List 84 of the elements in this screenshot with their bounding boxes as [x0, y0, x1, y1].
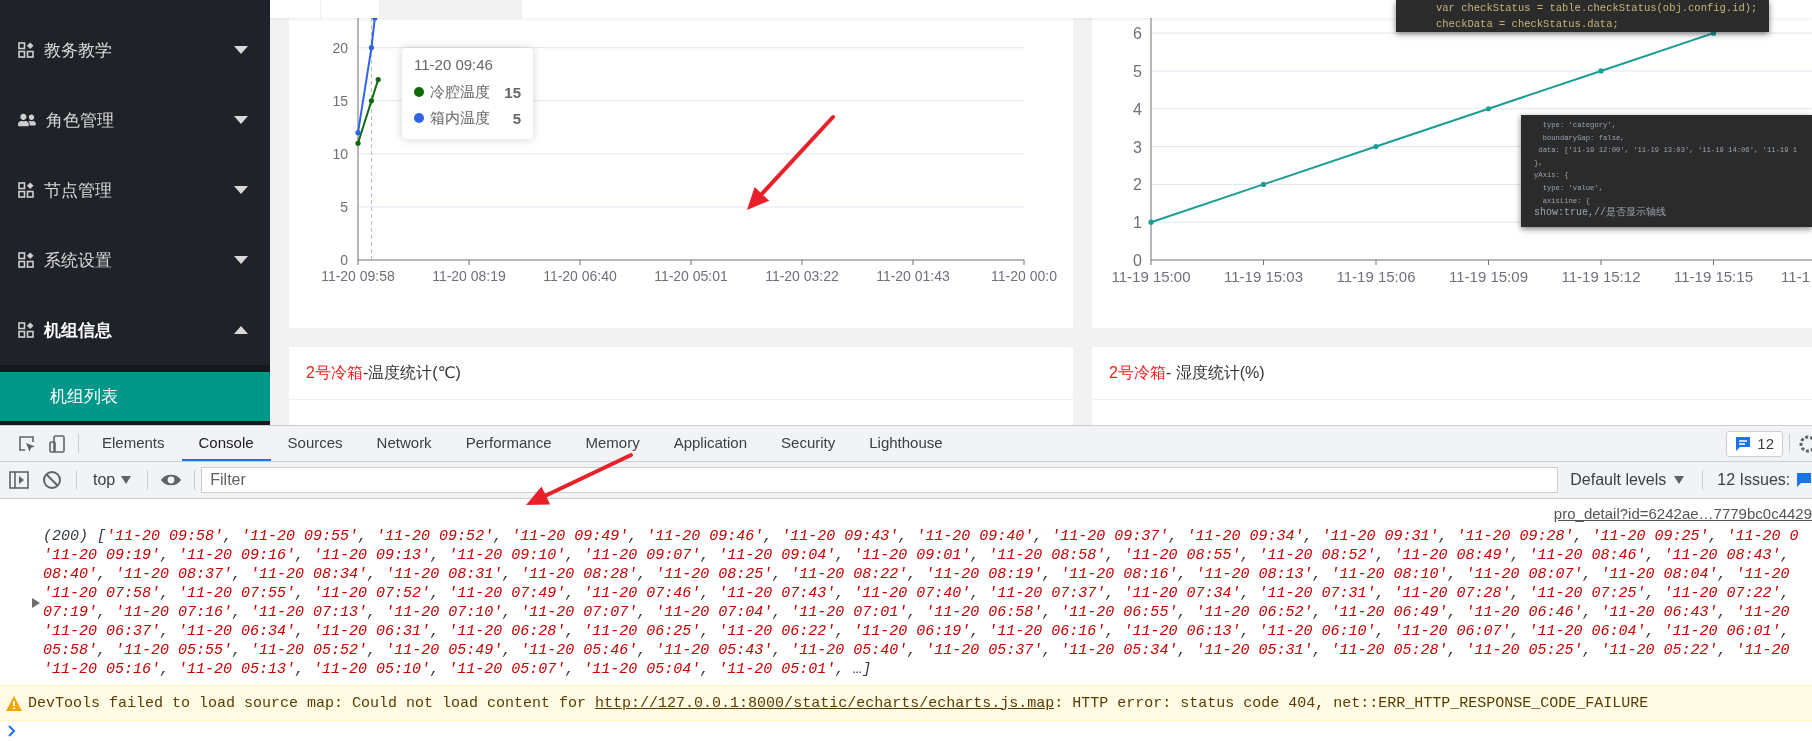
- axis-label: 5: [1133, 62, 1142, 80]
- series-name: 冷腔温度: [430, 82, 491, 102]
- devtools-tab[interactable]: Memory: [568, 426, 657, 461]
- grid-icon: [18, 182, 34, 198]
- caret-down-icon: [234, 116, 248, 124]
- issues-badge[interactable]: 12: [1726, 430, 1783, 457]
- nav-item[interactable]: 角色管理: [0, 85, 270, 155]
- code-line: show:true,//是否显示轴线: [1534, 207, 1666, 220]
- console-log-line: 05:58', '11-20 05:55', '11-20 05:52', '11-20 05:49', '11-20 05:46', '11-20 05:43', '11-20 05:40', '11-20 05:37', '11-20 05:34', '11-20 05:31', '11-20 05:28', '11-20 05:25', '11-20 05:22', '11-20: [43, 641, 1790, 660]
- axis-label: 11-20 03:22: [765, 268, 839, 284]
- console-log-line: '11-20 07:58', '11-20 07:55', '11-20 07:52', '11-20 07:49', '11-20 07:46', '11-20 07:43', '11-20 07:40', '11-20 07:37', '11-20 07:34', '11-20 07:31', '11-20 07:28', '11-20 07:25', '11-20 07:22',: [43, 584, 1790, 603]
- levels-select[interactable]: Default levels: [1558, 462, 1697, 498]
- axis-label: 1: [1133, 214, 1142, 232]
- nav-item[interactable]: 教务教学: [0, 15, 270, 85]
- series-value: 15: [504, 83, 521, 101]
- code-line: var checkStatus = table.checkStatus(obj.config.id);: [1436, 1, 1758, 16]
- axis-label: 11-20 06:40: [543, 268, 617, 284]
- nav-item[interactable]: 节点管理: [0, 155, 270, 225]
- devtools-tab[interactable]: Network: [359, 426, 449, 461]
- axis-label: 11-19 15:03: [1224, 268, 1303, 285]
- prompt-icon[interactable]: [8, 725, 16, 737]
- card-title: 2号冷箱- 湿度统计(%): [1109, 362, 1265, 383]
- source-link[interactable]: pro_detail?id=6242ae…7779bc0c4429: [1553, 505, 1812, 527]
- nav-item[interactable]: 机组信息: [0, 295, 270, 365]
- nav-subitem[interactable]: 机组列表: [0, 372, 270, 421]
- axis-label: 11-1: [1781, 268, 1810, 285]
- axis-label: 2: [1133, 176, 1142, 194]
- caret-down-icon: [234, 256, 248, 264]
- message-icon: [1796, 472, 1812, 488]
- issues-button[interactable]: 12 Issues:: [1709, 462, 1812, 498]
- axis-label: 11-20 00:0: [991, 268, 1057, 284]
- caret-down-icon: [1674, 476, 1685, 484]
- devtools-tab[interactable]: Lighthouse: [852, 426, 960, 461]
- axis-label: 10: [332, 145, 348, 162]
- expand-triangle-icon[interactable]: [32, 598, 40, 608]
- axis-label: 5: [340, 198, 348, 215]
- axis-label: 11-20 05:01: [654, 268, 728, 284]
- axis-label: 0: [1133, 252, 1142, 269]
- console-log-line: 07:19', '11-20 07:16', '11-20 07:13', '11-20 07:10', '11-20 07:07', '11-20 07:04', '11-20 07:01', '11-20 06:58', '11-20 06:55', '11-20 06:52', '11-20 06:49', '11-20 06:46', '11-20 06:43', '11-20: [43, 603, 1790, 622]
- axis-label: 0: [340, 252, 348, 268]
- warning-icon: [6, 695, 22, 711]
- axis-label: 20: [332, 39, 348, 56]
- grid-icon: [18, 252, 34, 268]
- warning-text: DevTools failed to load source map: Could not load content for http://127.0.0.1:8000/static/echarts/echarts.js.map: HTTP error: status code 404, net::ERR_HTTP_RESPONSE_CODE_FAILURE: [28, 694, 1649, 712]
- axis-label: 11-19 15:00: [1111, 268, 1191, 285]
- filter-field[interactable]: Filter: [201, 467, 1559, 493]
- context-select[interactable]: top: [83, 462, 142, 498]
- issues-count: 12: [1757, 435, 1774, 452]
- series-value: 5: [512, 109, 521, 127]
- grid-icon: [18, 322, 34, 338]
- card-title: 2号冷箱-温度统计(℃): [306, 362, 461, 383]
- caret-up-icon: [234, 326, 248, 334]
- axis-label: 15: [332, 92, 348, 109]
- axis-label: 3: [1133, 138, 1142, 156]
- axis-label: 11-20 08:19: [432, 268, 506, 284]
- axis-label: 11-20 09:58: [321, 268, 395, 284]
- axis-label: 11-19 15:09: [1449, 268, 1528, 285]
- console-log-line: (200) ['11-20 09:58', '11-20 09:55', '11-20 09:52', '11-20 09:49', '11-20 09:46', '11-20 09:43', '11-20 09:40', '11-20 09:37', '11-20 09:34', '11-20 09:31', '11-20 09:28', '11-20 09:25', '11-20 0: [43, 527, 1799, 546]
- console-log-line: '11-20 09:19', '11-20 09:16', '11-20 09:13', '11-20 09:10', '11-20 09:07', '11-20 09:04', '11-20 09:01', '11-20 08:58', '11-20 08:55', '11-20 08:52', '11-20 08:49', '11-20 08:46', '11-20 08:43',: [43, 546, 1790, 565]
- caret-down-icon: [234, 186, 248, 194]
- nav-item[interactable]: 系统设置: [0, 225, 270, 295]
- axis-label: 4: [1133, 100, 1142, 118]
- axis-label: 11-20 01:43: [876, 268, 950, 284]
- devtools-tab[interactable]: Application: [656, 426, 765, 461]
- axis-label: 6: [1133, 25, 1142, 43]
- axis-label: 11-19 15:12: [1561, 268, 1641, 285]
- message-icon: [1735, 435, 1752, 452]
- users-icon: [18, 111, 36, 129]
- caret-down-icon: [234, 46, 248, 54]
- console-log-line: 08:40', '11-20 08:37', '11-20 08:34', '11-20 08:31', '11-20 08:28', '11-20 08:25', '11-20 08:22', '11-20 08:19', '11-20 08:16', '11-20 08:13', '11-20 08:10', '11-20 08:07', '11-20 08:04', '11-20: [43, 565, 1790, 584]
- devtools-tab[interactable]: Performance: [448, 426, 569, 461]
- axis-label: 11-19 15:06: [1336, 268, 1416, 285]
- source-map-link[interactable]: http://127.0.0.1:8000/static/echarts/echarts.js.map: [595, 694, 1055, 712]
- series-name: 箱内温度: [430, 108, 491, 128]
- devtools-tab[interactable]: Security: [764, 426, 853, 461]
- axis-label: 11-19 15:15: [1674, 268, 1753, 285]
- tooltip-title: 11-20 09:46: [414, 56, 494, 73]
- console-log-line: '11-20 06:37', '11-20 06:34', '11-20 06:31', '11-20 06:28', '11-20 06:25', '11-20 06:22', '11-20 06:19', '11-20 06:16', '11-20 06:13', '11-20 06:10', '11-20 06:07', '11-20 06:04', '11-20 06:01',: [43, 622, 1790, 641]
- code-line: checkData = checkStatus.data;: [1436, 17, 1619, 32]
- console-log-line: '11-20 05:16', '11-20 05:13', '11-20 05:10', '11-20 05:07', '11-20 05:04', '11-20 05:01', …]: [43, 660, 872, 679]
- caret-down-icon: [121, 476, 132, 484]
- devtools-tab[interactable]: Sources: [270, 426, 360, 461]
- grid-icon: [18, 42, 34, 58]
- devtools-tab[interactable]: Elements: [85, 426, 182, 461]
